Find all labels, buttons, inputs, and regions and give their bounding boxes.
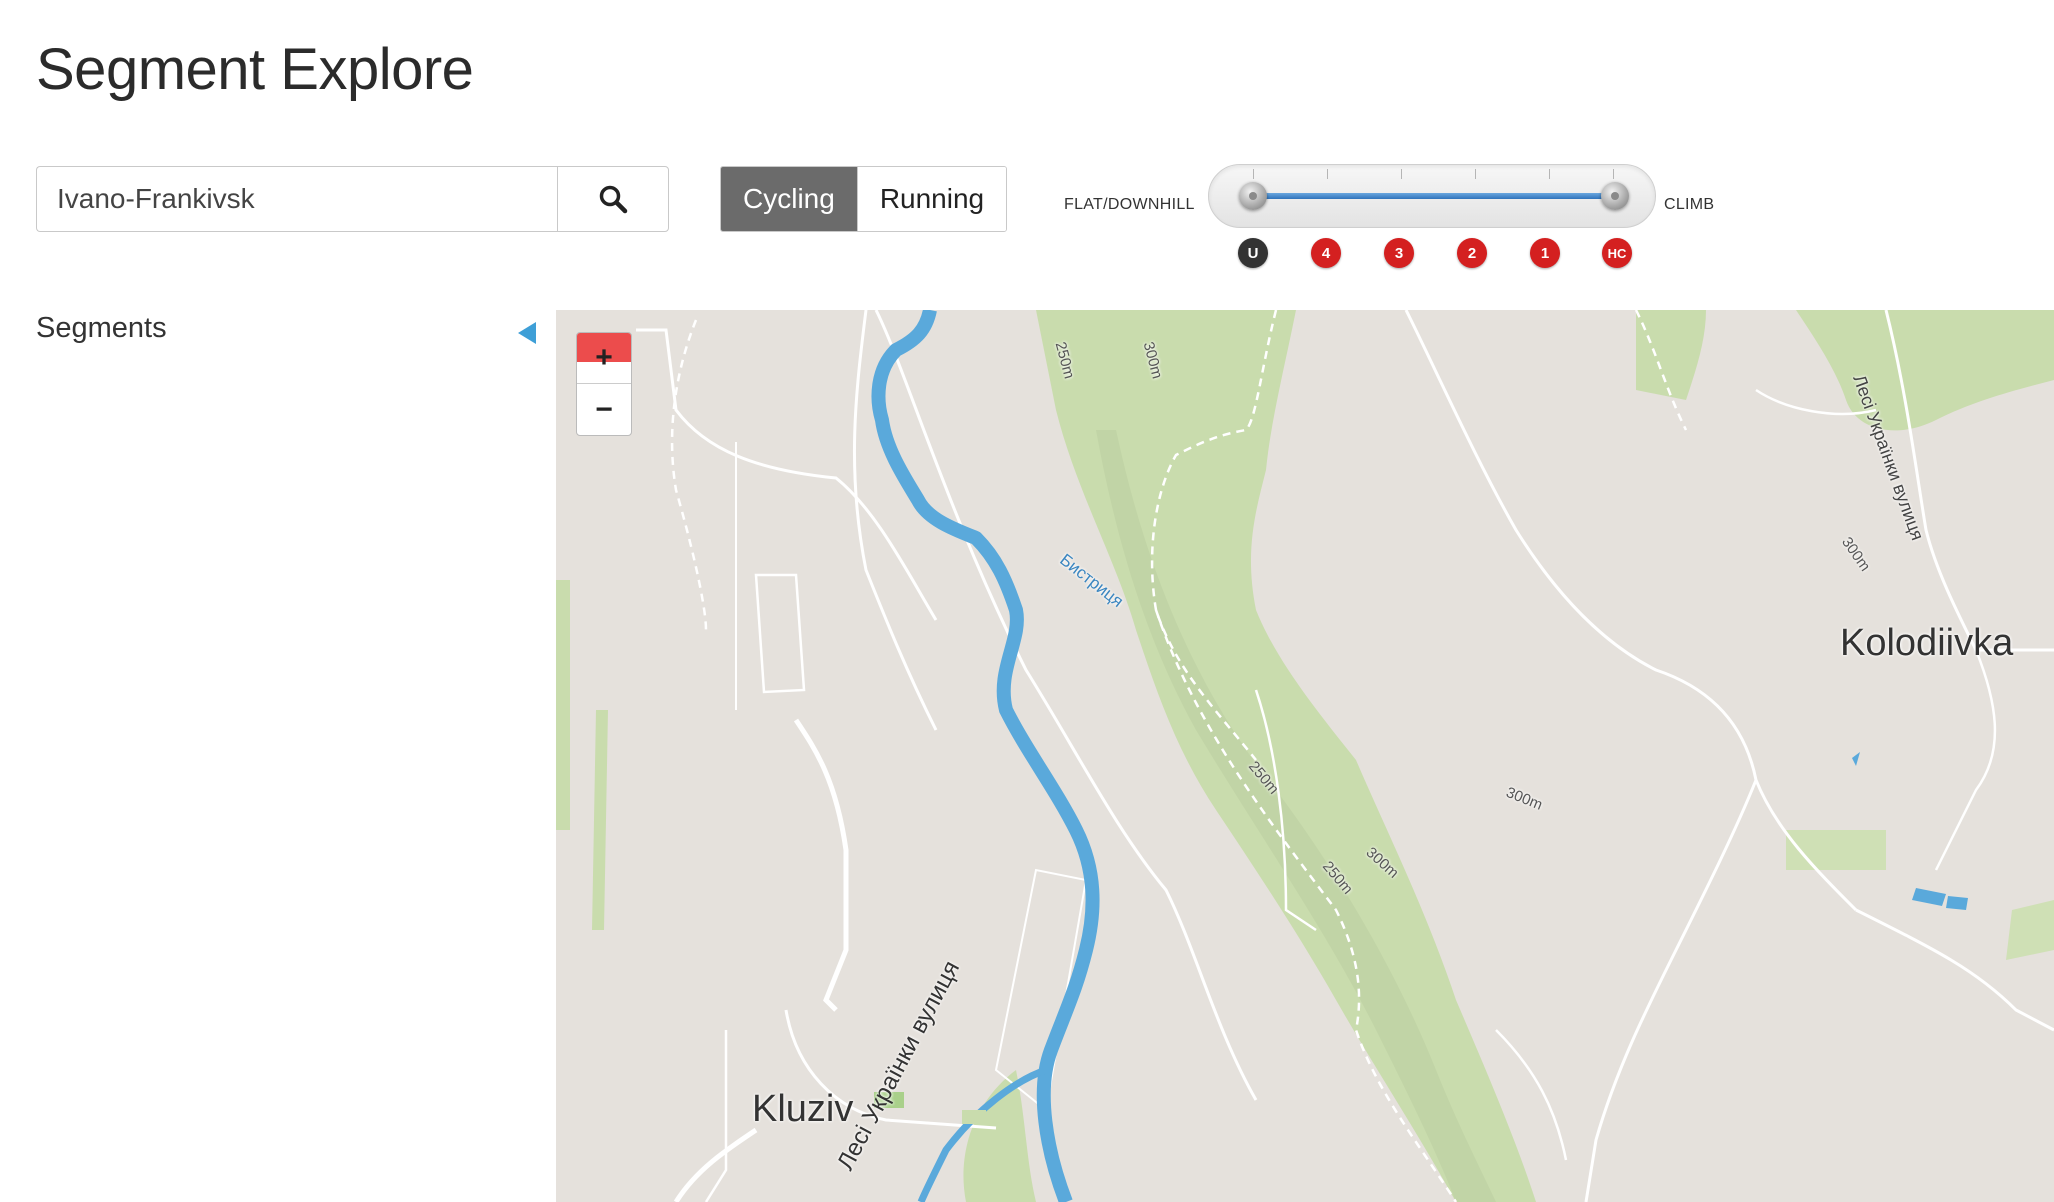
map-tiles: [556, 310, 2054, 1202]
map-label-kluziv: Kluziv: [752, 1088, 854, 1130]
zoom-in-button[interactable]: +: [577, 333, 631, 384]
forest-area: [2006, 900, 2054, 960]
map[interactable]: + − Kolodiivka Kluziv Бистриця Лесі Укра…: [556, 310, 2054, 1202]
cycling-toggle-button[interactable]: Cycling: [721, 167, 858, 231]
search-button[interactable]: [557, 166, 669, 232]
search-icon: [599, 185, 628, 214]
climb-category-slider[interactable]: [1208, 164, 1656, 228]
location-search-input[interactable]: [36, 166, 557, 232]
climb-filter-right-label: CLIMB: [1664, 196, 1715, 213]
climb-filter-left-label: FLAT/DOWNHILL: [1064, 196, 1195, 213]
road: [852, 310, 938, 731]
page-title: Segment Explore: [36, 37, 474, 102]
climb-category-badge-1: 1: [1530, 238, 1560, 268]
water-pond: [1912, 888, 1946, 906]
road: [1404, 310, 1858, 912]
location-search: [36, 166, 669, 232]
slider-tick: [1475, 169, 1476, 179]
green-lot: [962, 1110, 986, 1124]
water-pond: [1852, 752, 1860, 766]
climb-category-badge-3: 3: [1384, 238, 1414, 268]
forest-area: [1796, 310, 2054, 431]
climb-category-badge-u: U: [1238, 238, 1268, 268]
forest-area: [1636, 310, 1706, 400]
map-label-kolodiivka: Kolodiivka: [1840, 622, 2014, 664]
climb-category-badge-4: 4: [1311, 238, 1341, 268]
road: [1584, 779, 1758, 1202]
slider-range-fill: [1249, 193, 1617, 199]
water-pond: [1946, 896, 1968, 910]
climb-category-badge-hc: HC: [1602, 238, 1632, 268]
slider-tick: [1327, 169, 1328, 179]
road: [793, 718, 849, 1012]
zoom-out-button[interactable]: −: [577, 384, 631, 435]
slider-tick: [1253, 169, 1254, 179]
road: [1934, 649, 1997, 871]
slider-tick: [1549, 169, 1550, 179]
zoom-control: + −: [576, 332, 632, 436]
road: [673, 1127, 758, 1202]
running-toggle-button[interactable]: Running: [857, 167, 1007, 231]
segments-heading: Segments: [36, 312, 167, 344]
forest-area: [592, 710, 608, 930]
slider-tick: [1401, 169, 1402, 179]
road: [704, 1030, 728, 1202]
climb-category-badge-2: 2: [1457, 238, 1487, 268]
triangle-left-icon[interactable]: [518, 322, 536, 344]
slider-tick: [1613, 169, 1614, 179]
slider-max-handle[interactable]: [1601, 182, 1629, 210]
forest-area: [963, 1070, 1036, 1202]
road: [636, 328, 938, 621]
sport-toggle: Cycling Running: [720, 166, 1008, 232]
forest-area: [556, 580, 570, 830]
slider-min-handle[interactable]: [1239, 182, 1267, 210]
road: [754, 573, 806, 694]
boundary-line: [670, 319, 708, 631]
